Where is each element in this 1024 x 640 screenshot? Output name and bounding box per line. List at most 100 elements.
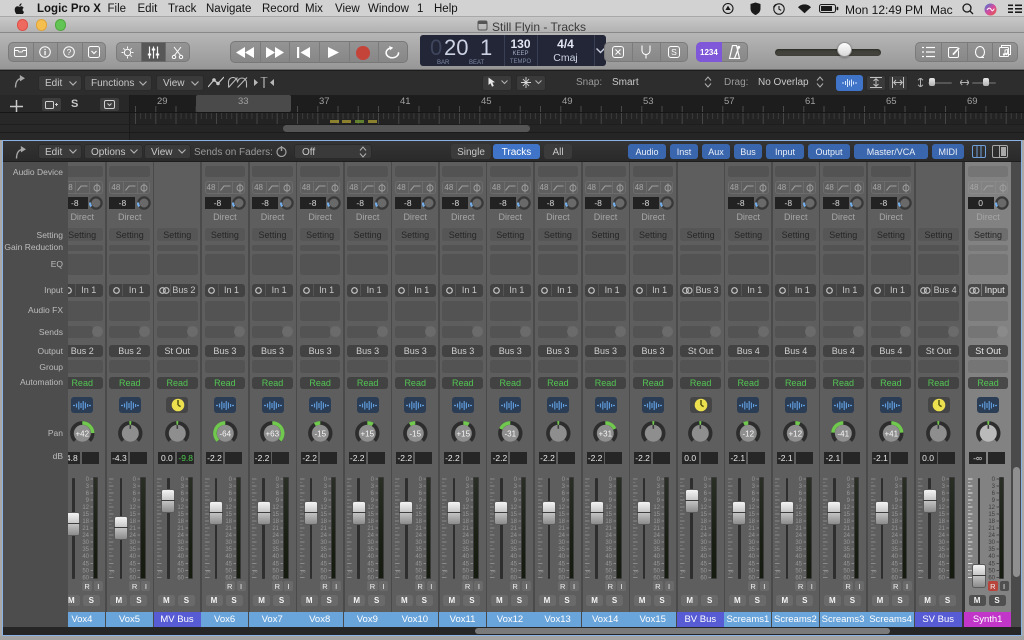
- svg-text:45: 45: [463, 562, 470, 568]
- svg-text:9: 9: [323, 498, 327, 504]
- svg-text:12: 12: [130, 505, 137, 511]
- svg-text:-41: -41: [838, 429, 850, 438]
- svg-text:9: 9: [181, 498, 185, 504]
- svg-text:6: 6: [656, 491, 660, 497]
- svg-text:-64: -64: [219, 429, 231, 438]
- svg-text:∞: ∞: [491, 568, 496, 575]
- svg-text:35: 35: [82, 547, 89, 553]
- svg-text:24: 24: [368, 533, 375, 539]
- svg-text:45: 45: [510, 562, 517, 568]
- svg-text:35: 35: [891, 547, 898, 553]
- svg-text:30: 30: [605, 540, 612, 546]
- svg-text:30: 30: [748, 540, 755, 546]
- svg-text:45: 45: [82, 562, 89, 568]
- svg-text:12: 12: [653, 505, 660, 511]
- svg-text:50: 50: [225, 569, 232, 575]
- svg-text:35: 35: [510, 547, 517, 553]
- svg-text:3: 3: [418, 484, 422, 490]
- svg-text:15: 15: [130, 512, 137, 518]
- svg-text:45: 45: [701, 562, 708, 568]
- svg-text:18: 18: [320, 519, 327, 525]
- svg-text:40: 40: [320, 554, 327, 560]
- svg-text:9: 9: [418, 498, 422, 504]
- svg-text:3: 3: [466, 484, 470, 490]
- svg-text:21: 21: [843, 526, 850, 532]
- svg-text:18: 18: [558, 519, 565, 525]
- svg-text:∞: ∞: [396, 568, 401, 575]
- svg-text:0: 0: [656, 477, 660, 483]
- svg-text:60: 60: [938, 576, 945, 582]
- svg-text:50: 50: [463, 569, 470, 575]
- svg-text:40: 40: [510, 554, 517, 560]
- svg-text:30: 30: [843, 540, 850, 546]
- svg-text:21: 21: [510, 526, 517, 532]
- svg-text:9: 9: [609, 498, 613, 504]
- svg-text:-12: -12: [742, 429, 754, 438]
- svg-text:21: 21: [701, 526, 708, 532]
- svg-text:-15: -15: [409, 429, 421, 438]
- svg-text:18: 18: [605, 519, 612, 525]
- svg-text:45: 45: [130, 562, 137, 568]
- svg-text:9: 9: [847, 498, 851, 504]
- svg-text:6: 6: [609, 491, 613, 497]
- svg-text:∞: ∞: [158, 568, 163, 575]
- svg-text:21: 21: [938, 526, 945, 532]
- svg-text:+63: +63: [266, 429, 280, 438]
- svg-text:3: 3: [181, 484, 185, 490]
- svg-text:+31: +31: [599, 429, 613, 438]
- svg-text:12: 12: [605, 505, 612, 511]
- svg-text:0: 0: [371, 477, 375, 483]
- svg-text:21: 21: [82, 526, 89, 532]
- svg-text:15: 15: [225, 512, 232, 518]
- svg-text:18: 18: [82, 519, 89, 525]
- svg-text:35: 35: [463, 547, 470, 553]
- svg-text:3: 3: [276, 484, 280, 490]
- svg-text:12: 12: [272, 505, 279, 511]
- svg-text:35: 35: [843, 547, 850, 553]
- svg-text:21: 21: [177, 526, 184, 532]
- svg-text:3: 3: [228, 484, 232, 490]
- svg-text:12: 12: [225, 505, 232, 511]
- svg-text:21: 21: [796, 526, 803, 532]
- svg-text:12: 12: [177, 505, 184, 511]
- svg-text:35: 35: [938, 547, 945, 553]
- svg-text:0: 0: [181, 477, 185, 483]
- svg-text:30: 30: [510, 540, 517, 546]
- svg-text:∞: ∞: [586, 568, 591, 575]
- svg-text:9: 9: [656, 498, 660, 504]
- svg-text:15: 15: [891, 512, 898, 518]
- svg-text:12: 12: [510, 505, 517, 511]
- svg-text:24: 24: [748, 533, 755, 539]
- svg-text:-31: -31: [505, 429, 517, 438]
- svg-text:45: 45: [320, 562, 327, 568]
- svg-text:3: 3: [894, 484, 898, 490]
- svg-text:24: 24: [938, 533, 945, 539]
- svg-text:24: 24: [843, 533, 850, 539]
- svg-text:6: 6: [991, 491, 995, 497]
- svg-text:0: 0: [751, 477, 755, 483]
- svg-text:12: 12: [938, 505, 945, 511]
- svg-text:50: 50: [843, 569, 850, 575]
- svg-text:+15: +15: [361, 429, 375, 438]
- svg-text:15: 15: [177, 512, 184, 518]
- svg-text:50: 50: [605, 569, 612, 575]
- svg-text:+41: +41: [884, 429, 898, 438]
- svg-text:6: 6: [799, 491, 803, 497]
- svg-text:50: 50: [368, 569, 375, 575]
- svg-text:3: 3: [704, 484, 708, 490]
- svg-text:50: 50: [177, 569, 184, 575]
- svg-text:50: 50: [510, 569, 517, 575]
- svg-text:15: 15: [368, 512, 375, 518]
- svg-text:30: 30: [82, 540, 89, 546]
- svg-text:12: 12: [988, 505, 995, 511]
- svg-text:24: 24: [130, 533, 137, 539]
- svg-text:15: 15: [938, 512, 945, 518]
- svg-text:12: 12: [368, 505, 375, 511]
- svg-text:6: 6: [276, 491, 280, 497]
- svg-text:∞: ∞: [729, 568, 734, 575]
- svg-text:9: 9: [942, 498, 946, 504]
- svg-text:45: 45: [415, 562, 422, 568]
- svg-text:∞: ∞: [824, 568, 829, 575]
- svg-text:30: 30: [463, 540, 470, 546]
- svg-text:12: 12: [701, 505, 708, 511]
